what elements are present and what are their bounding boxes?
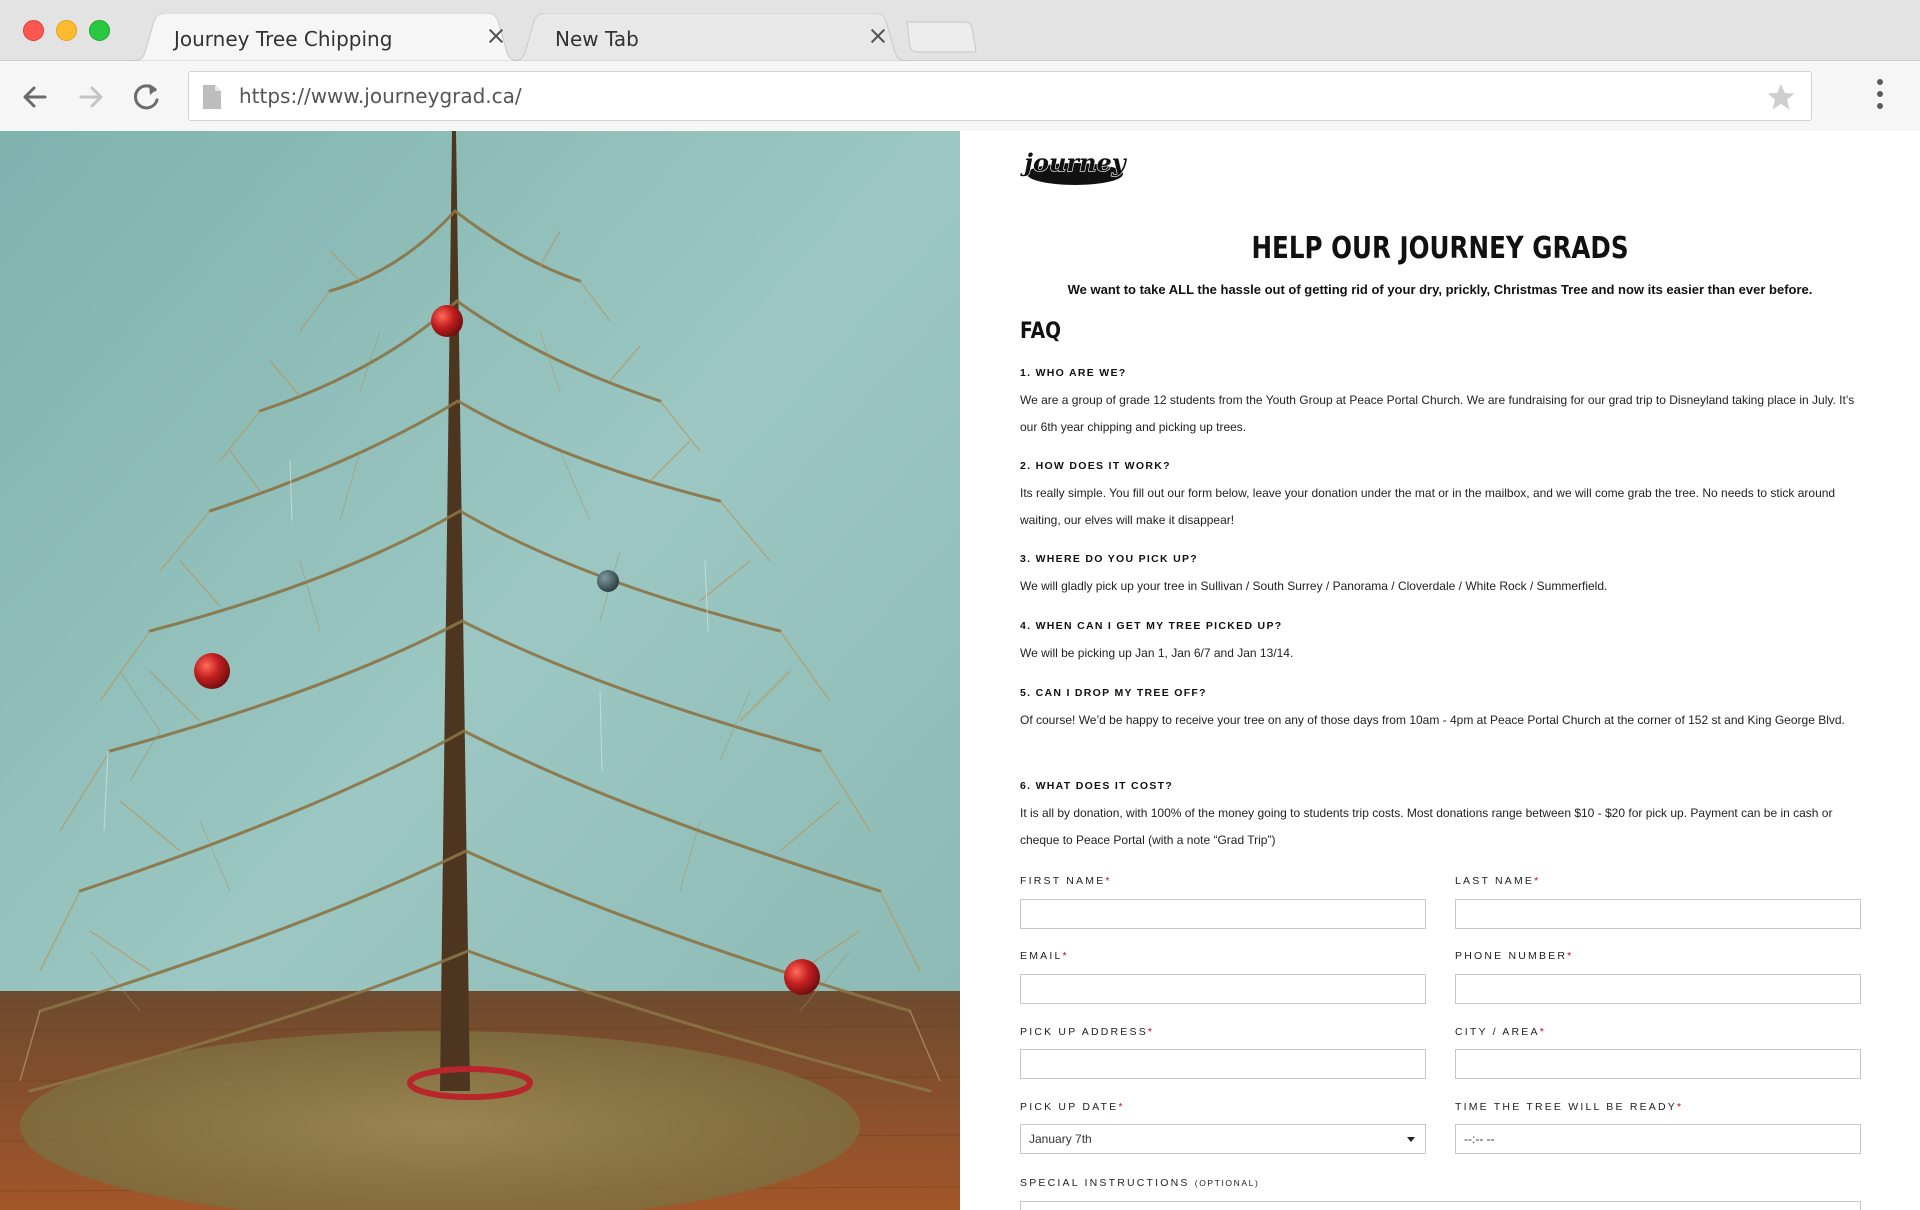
navigation-bar: https://www.journeygrad.ca/	[0, 61, 1920, 131]
tab-strip: Journey Tree Chipping New Tab	[0, 0, 1920, 61]
tab-title: New Tab	[555, 27, 639, 51]
address-label: PICK UP ADDRESS*	[1020, 1026, 1153, 1038]
close-tab-icon[interactable]	[867, 25, 889, 47]
faq-question: 5. CAN I DROP MY TREE OFF?	[1020, 687, 1207, 699]
tree-illustration	[0, 131, 960, 1210]
svg-text:journey: journey	[1020, 148, 1128, 177]
ready-time-field[interactable]: --:-- --	[1455, 1124, 1861, 1154]
browser-menu-icon[interactable]	[1870, 79, 1890, 115]
page-icon	[203, 85, 221, 109]
address-bar[interactable]: https://www.journeygrad.ca/	[188, 71, 1812, 121]
browser-chrome: Journey Tree Chipping New Tab https://ww…	[0, 0, 1920, 131]
dropdown-arrow-icon	[1407, 1137, 1415, 1142]
faq-answer: Of course! We’d be happy to receive your…	[1020, 713, 1845, 727]
journey-logo[interactable]: journey	[1020, 141, 1130, 191]
faq-question: 1. WHO ARE WE?	[1020, 367, 1127, 379]
new-tab-button[interactable]	[905, 20, 977, 54]
faq-question: 4. WHEN CAN I GET MY TREE PICKED UP?	[1020, 620, 1283, 632]
page-viewport: journey HELP OUR JOURNEY GRADS We want t…	[0, 131, 1920, 1210]
url-text[interactable]: https://www.journeygrad.ca/	[239, 84, 522, 108]
maximize-window-button[interactable]	[89, 20, 110, 41]
faq-item: 4. WHEN CAN I GET MY TREE PICKED UP? We …	[1020, 620, 1865, 667]
dry-christmas-tree-photo	[0, 131, 960, 1210]
ornament	[194, 653, 230, 689]
tab-journey-tree-chipping[interactable]: Journey Tree Chipping	[130, 13, 522, 61]
faq-answer: We are a group of grade 12 students from…	[1020, 393, 1855, 434]
phone-label: PHONE NUMBER*	[1455, 950, 1572, 962]
first-name-label: FIRST NAME*	[1020, 875, 1110, 887]
close-window-button[interactable]	[23, 20, 44, 41]
faq-question: 6. WHAT DOES IT COST?	[1020, 780, 1174, 792]
first-name-field[interactable]	[1020, 899, 1426, 929]
content-panel: journey HELP OUR JOURNEY GRADS We want t…	[960, 131, 1920, 1210]
tab-new-tab[interactable]: New Tab	[510, 13, 910, 61]
ready-time-label: TIME THE TREE WILL BE READY*	[1455, 1101, 1682, 1113]
faq-answer: We will gladly pick up your tree in Sull…	[1020, 579, 1608, 593]
last-name-label: LAST NAME*	[1455, 875, 1539, 887]
pickup-date-label: PICK UP DATE*	[1020, 1101, 1123, 1113]
faq-item: 2. HOW DOES IT WORK? Its really simple. …	[1020, 460, 1865, 533]
faq-answer: It is all by donation, with 100% of the …	[1020, 806, 1833, 847]
faq-answer: Its really simple. You fill out our form…	[1020, 486, 1836, 527]
email-field[interactable]	[1020, 974, 1426, 1004]
address-field[interactable]	[1020, 1049, 1426, 1079]
city-field[interactable]	[1455, 1049, 1861, 1079]
intro-text: We want to take ALL the hassle out of ge…	[1067, 282, 1813, 297]
faq-item: 6. WHAT DOES IT COST? It is all by donat…	[1020, 780, 1865, 853]
pickup-date-select[interactable]: January 7th	[1020, 1124, 1426, 1154]
faq-question: 3. WHERE DO YOU PICK UP?	[1020, 553, 1199, 565]
email-label: EMAIL*	[1020, 950, 1067, 962]
pickup-date-value: January 7th	[1029, 1132, 1092, 1146]
faq-item: 3. WHERE DO YOU PICK UP? We will gladly …	[1020, 553, 1865, 600]
last-name-field[interactable]	[1455, 899, 1861, 929]
special-instructions-label: SPECIAL INSTRUCTIONS (OPTIONAL)	[1020, 1177, 1260, 1189]
bookmark-star-icon[interactable]	[1765, 82, 1797, 112]
faq-heading: FAQ	[1020, 319, 1061, 344]
back-arrow-icon[interactable]	[14, 76, 56, 118]
faq-answer: We will be picking up Jan 1, Jan 6/7 and…	[1020, 646, 1294, 660]
faq-item: 5. CAN I DROP MY TREE OFF? Of course! We…	[1020, 687, 1865, 734]
minimize-window-button[interactable]	[56, 20, 77, 41]
faq-question: 2. HOW DOES IT WORK?	[1020, 460, 1171, 472]
ornament	[431, 305, 463, 337]
special-instructions-field[interactable]	[1020, 1201, 1861, 1210]
city-label: CITY / AREA*	[1455, 1026, 1544, 1038]
ornament	[784, 959, 820, 995]
tab-title: Journey Tree Chipping	[174, 27, 393, 51]
forward-arrow-icon[interactable]	[70, 76, 112, 118]
close-tab-icon[interactable]	[485, 25, 507, 47]
page-title: HELP OUR JOURNEY GRADS	[1251, 231, 1629, 266]
phone-field[interactable]	[1455, 974, 1861, 1004]
ornament	[597, 570, 619, 592]
faq-item: 1. WHO ARE WE? We are a group of grade 1…	[1020, 367, 1865, 440]
reload-icon[interactable]	[125, 76, 167, 118]
